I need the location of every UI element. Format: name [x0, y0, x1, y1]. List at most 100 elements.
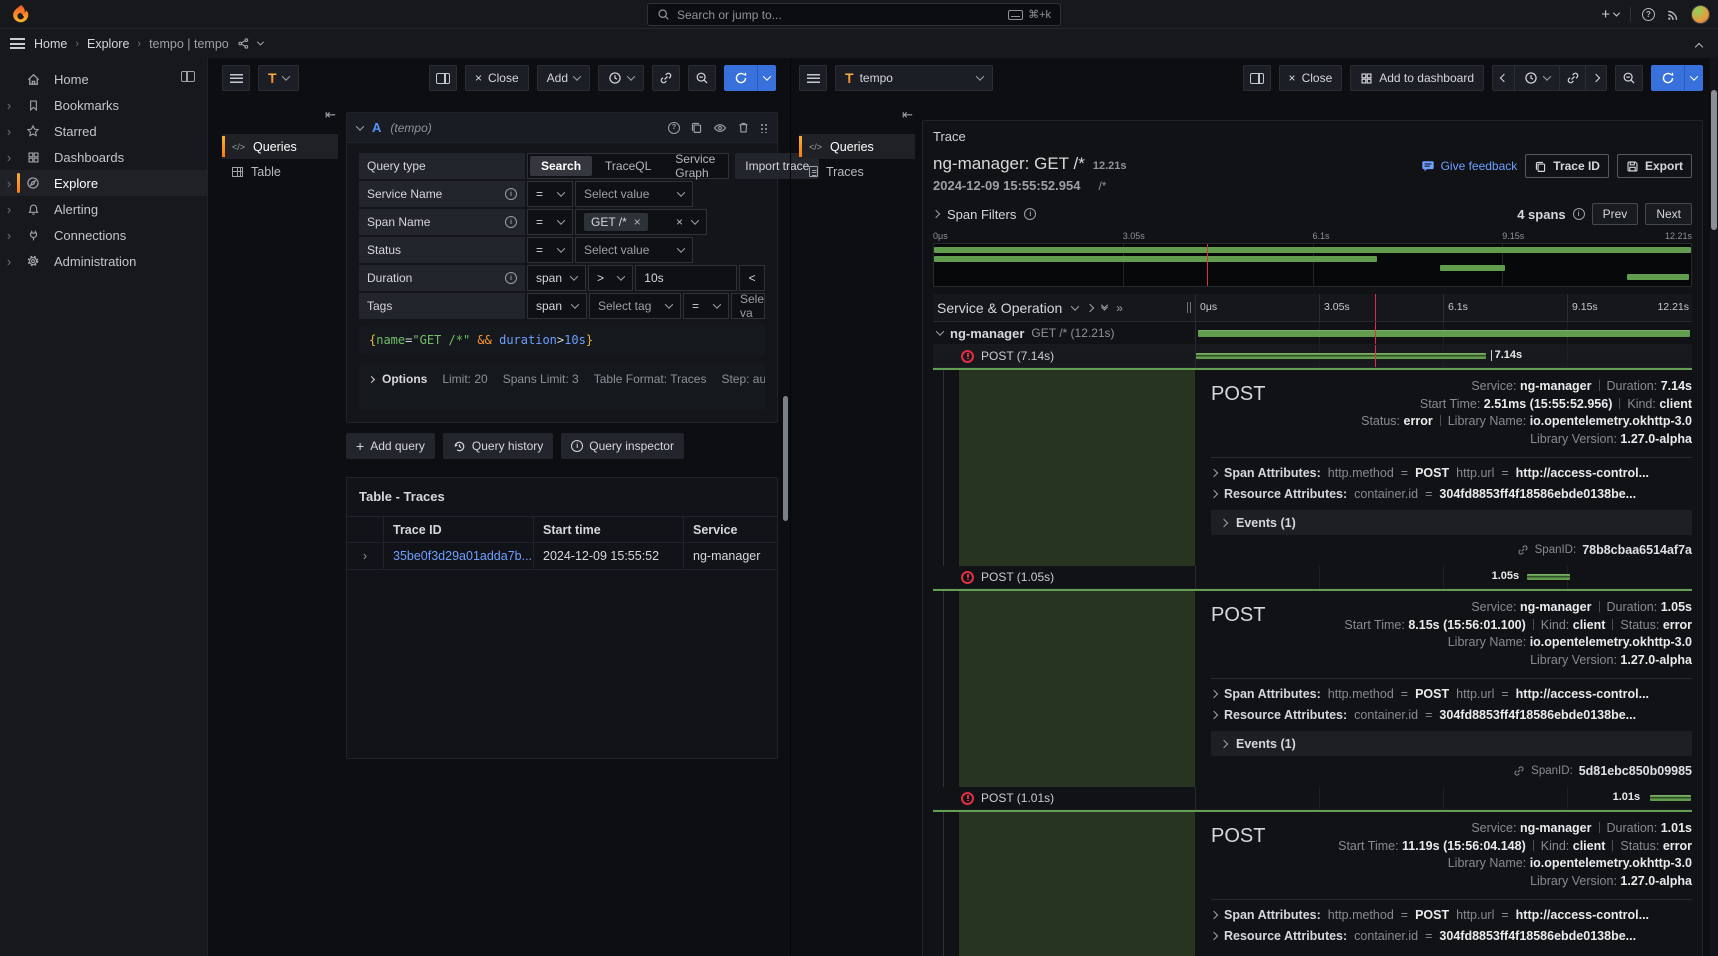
expand-chevron-icon[interactable]: ›: [0, 98, 18, 113]
breadcrumb-explore[interactable]: Explore: [87, 37, 129, 51]
split-pane-button[interactable]: [429, 65, 457, 91]
dock-sidebar-icon[interactable]: [181, 71, 195, 82]
zoom-out-button[interactable]: [688, 65, 716, 91]
query-help-icon[interactable]: ?: [668, 122, 680, 134]
remove-chip-icon[interactable]: ×: [634, 215, 641, 229]
time-range-button[interactable]: [1514, 65, 1559, 91]
give-feedback-link[interactable]: Give feedback: [1421, 159, 1518, 173]
tags-scope-select[interactable]: span: [527, 293, 587, 319]
prev-span-button[interactable]: Prev: [1592, 203, 1639, 225]
span-row[interactable]: POST (7.14s) 7.14s: [933, 345, 1692, 368]
collapse-children-icon[interactable]: [936, 327, 944, 335]
sidebar-item-starred[interactable]: › Starred: [0, 118, 207, 144]
service-name-value-select[interactable]: Select value: [575, 181, 693, 207]
span-attributes-row[interactable]: Span Attributes:http.method=POSThttp.url…: [1211, 683, 1692, 704]
service-name-operator-select[interactable]: =: [527, 181, 573, 207]
duration-operator-select[interactable]: >: [588, 265, 633, 291]
span-filters-label[interactable]: Span Filters: [947, 207, 1016, 222]
user-avatar[interactable]: [1691, 5, 1710, 24]
span-bar[interactable]: [1198, 330, 1690, 337]
window-scrollbar[interactable]: [1711, 90, 1717, 230]
collapse-rail-icon[interactable]: ⇤: [325, 108, 336, 121]
datasource-picker[interactable]: T: [258, 65, 299, 91]
expand-one-icon[interactable]: [1086, 303, 1094, 311]
resource-attributes-row[interactable]: Resource Attributes:container.id=304fd88…: [1211, 483, 1692, 504]
rail-item-queries[interactable]: </>Queries: [799, 134, 915, 159]
span-attributes-row[interactable]: Span Attributes:http.method=POSThttp.url…: [1211, 904, 1692, 925]
column-service[interactable]: Service: [683, 517, 777, 542]
query-rows-button[interactable]: [799, 65, 827, 91]
split-pane-button[interactable]: [1243, 65, 1271, 91]
run-query-interval-button[interactable]: [1684, 65, 1703, 91]
collapse-up-icon[interactable]: [1696, 39, 1702, 53]
collapse-rail-icon[interactable]: ⇤: [902, 108, 913, 121]
query-options-row[interactable]: Options Limit: 20 Spans Limit: 3 Table F…: [359, 363, 765, 410]
tags-operator-select[interactable]: =: [683, 293, 729, 319]
time-shift-back-button[interactable]: [1492, 65, 1514, 91]
drag-handle-icon[interactable]: [760, 122, 767, 133]
sidebar-item-bookmarks[interactable]: › Bookmarks: [0, 92, 207, 118]
next-span-button[interactable]: Next: [1645, 203, 1692, 225]
link-icon[interactable]: [1517, 544, 1529, 556]
duration-max-operator-select[interactable]: <: [739, 265, 765, 291]
run-query-button[interactable]: [1651, 65, 1684, 91]
expand-chevron-icon[interactable]: ›: [0, 124, 18, 139]
sidebar-item-connections[interactable]: › Connections: [0, 222, 207, 248]
span-name-value-select[interactable]: GET /*× ×: [575, 209, 707, 235]
sidebar-item-alerting[interactable]: › Alerting: [0, 196, 207, 222]
rail-item-queries[interactable]: </>Queries: [222, 134, 338, 159]
add-query-button[interactable]: +Add query: [346, 433, 435, 459]
left-pane-scrollbar[interactable]: [783, 396, 788, 521]
span-row[interactable]: POST (1.05s) 1.05s: [933, 566, 1692, 589]
trace-id-button[interactable]: Trace ID: [1525, 154, 1609, 178]
collapse-one-icon[interactable]: [1071, 302, 1079, 310]
expand-chevron-icon[interactable]: ›: [0, 150, 18, 165]
span-attributes-row[interactable]: Span Attributes:http.method=POSThttp.url…: [1211, 462, 1692, 483]
span-bar[interactable]: [1650, 795, 1691, 801]
close-pane-button[interactable]: ×Close: [1279, 65, 1343, 91]
expand-span-filters-icon[interactable]: [932, 210, 940, 218]
grafana-logo-icon[interactable]: [10, 4, 31, 25]
tab-search[interactable]: Search: [530, 156, 592, 176]
duplicate-query-icon[interactable]: [690, 121, 703, 134]
close-pane-button[interactable]: ×Close: [465, 65, 529, 91]
column-trace-id[interactable]: Trace ID: [383, 517, 533, 542]
tab-service-graph[interactable]: Service Graph: [664, 149, 726, 183]
time-shift-forward-button[interactable]: [1585, 65, 1607, 91]
trace-minimap[interactable]: 0μs 3.05s 6.1s 9.15s 12.21s: [933, 231, 1692, 287]
events-row[interactable]: Events (1): [1211, 510, 1692, 535]
hide-query-icon[interactable]: [713, 121, 727, 135]
span-bar[interactable]: [1196, 353, 1486, 359]
tab-traceql[interactable]: TraceQL: [594, 156, 662, 176]
span-name-operator-select[interactable]: =: [527, 209, 573, 235]
chevron-down-icon[interactable]: [257, 39, 264, 46]
column-start-time[interactable]: Start time: [533, 517, 683, 542]
run-query-button[interactable]: [724, 65, 757, 91]
news-icon[interactable]: [1666, 8, 1680, 22]
menu-icon[interactable]: [10, 38, 25, 49]
expand-row-icon[interactable]: ›: [347, 543, 383, 569]
sidebar-item-explore[interactable]: › Explore: [0, 170, 207, 196]
status-operator-select[interactable]: =: [527, 237, 573, 263]
new-button[interactable]: +: [1601, 6, 1619, 23]
help-icon[interactable]: ?: [1642, 8, 1655, 21]
resource-attributes-row[interactable]: Resource Attributes:container.id=304fd88…: [1211, 704, 1692, 725]
rail-item-table[interactable]: Table: [222, 159, 338, 184]
table-row[interactable]: › 35be0f3d29a01adda7b... 2024-12-09 15:5…: [347, 543, 777, 570]
span-bar[interactable]: [1527, 574, 1570, 580]
run-query-interval-button[interactable]: [757, 65, 776, 91]
expand-chevron-icon[interactable]: ›: [0, 202, 18, 217]
share-link-button[interactable]: [1559, 65, 1585, 91]
span-row-root[interactable]: ng-manager GET /* (12.21s): [933, 322, 1692, 345]
span-name-chip[interactable]: GET /*×: [584, 213, 648, 231]
span-row[interactable]: POST (1.01s) 1.01s: [933, 787, 1692, 810]
expand-chevron-icon[interactable]: ›: [0, 176, 18, 191]
events-row[interactable]: Events (1): [1211, 731, 1692, 756]
expand-all-icon[interactable]: »: [1116, 301, 1123, 315]
minimap-canvas[interactable]: [933, 243, 1692, 287]
time-range-button[interactable]: [598, 65, 644, 91]
zoom-out-button[interactable]: [1615, 65, 1643, 91]
tags-key-select[interactable]: Select tag: [589, 293, 681, 319]
search-input[interactable]: Search or jump to... ⌘+k: [647, 3, 1061, 26]
resource-attributes-row[interactable]: Resource Attributes:container.id=304fd88…: [1211, 925, 1692, 946]
